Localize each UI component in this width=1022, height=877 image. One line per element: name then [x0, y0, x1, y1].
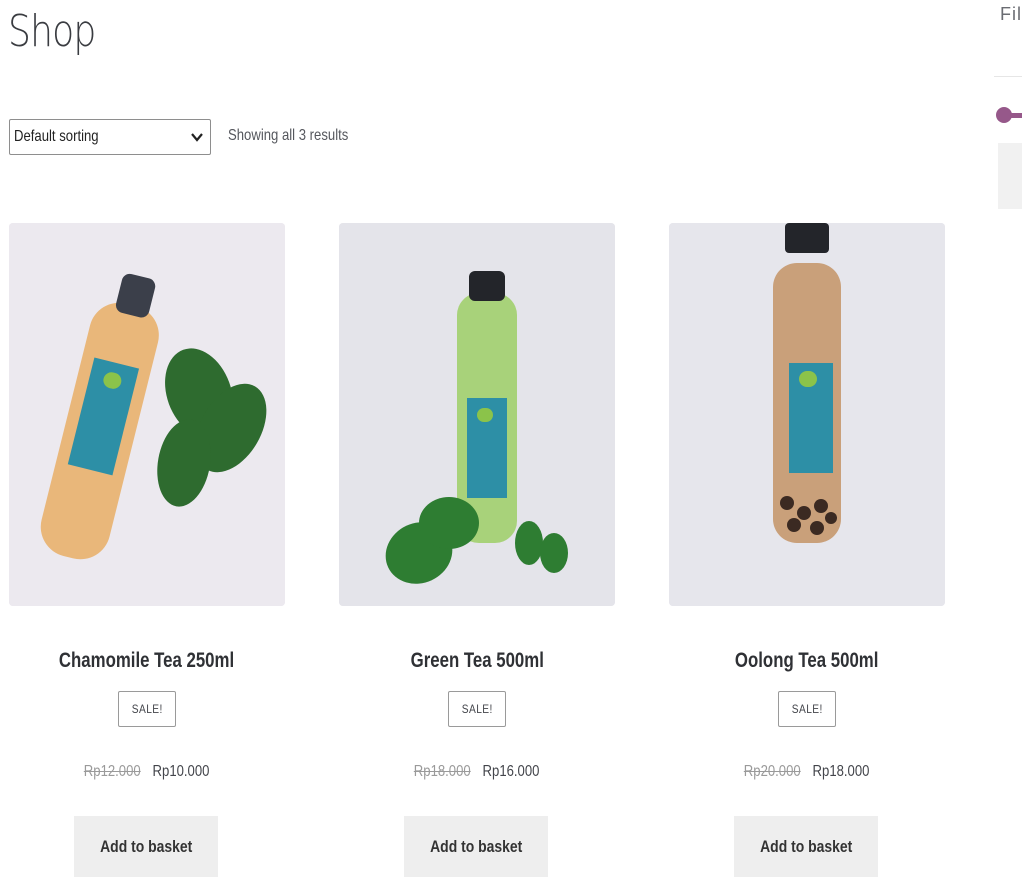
product-price: Rp20.000 Rp18.000 — [669, 763, 945, 781]
sidebar-filter-heading: Fil — [1000, 4, 1022, 24]
product-image[interactable] — [339, 223, 615, 606]
sort-select[interactable]: Default sorting — [9, 119, 211, 155]
product-image[interactable] — [9, 223, 285, 606]
price-filter-box[interactable] — [998, 143, 1022, 209]
sidebar-divider — [994, 76, 1022, 77]
sale-price: Rp16.000 — [482, 763, 540, 780]
original-price: Rp18.000 — [414, 763, 472, 780]
product-title[interactable]: Oolong Tea 500ml — [669, 649, 945, 673]
add-to-basket-button[interactable]: Add to basket — [734, 816, 878, 877]
result-count: Showing all 3 results — [228, 127, 349, 144]
sale-badge: SALE! — [448, 691, 506, 727]
product-price: Rp12.000 Rp10.000 — [9, 763, 285, 781]
original-price: Rp20.000 — [744, 763, 802, 780]
product-image[interactable] — [669, 223, 945, 606]
price-slider-handle[interactable] — [996, 107, 1012, 123]
product-title[interactable]: Chamomile Tea 250ml — [9, 649, 285, 673]
sale-badge: SALE! — [778, 691, 836, 727]
product-title[interactable]: Green Tea 500ml — [339, 649, 615, 673]
sale-price: Rp10.000 — [152, 763, 210, 780]
sort-select-value: Default sorting — [14, 128, 99, 145]
product-card: Chamomile Tea 250ml SALE! Rp12.000 Rp10.… — [9, 223, 285, 877]
chevron-down-icon — [191, 133, 203, 142]
product-card: Oolong Tea 500ml SALE! Rp20.000 Rp18.000… — [669, 223, 945, 877]
product-card: Green Tea 500ml SALE! Rp18.000 Rp16.000 … — [339, 223, 615, 877]
sale-price: Rp18.000 — [812, 763, 870, 780]
add-to-basket-button[interactable]: Add to basket — [74, 816, 218, 877]
add-to-basket-button[interactable]: Add to basket — [404, 816, 548, 877]
original-price: Rp12.000 — [84, 763, 142, 780]
product-price: Rp18.000 Rp16.000 — [339, 763, 615, 781]
page-title: Shop — [8, 6, 96, 57]
sale-badge: SALE! — [118, 691, 176, 727]
